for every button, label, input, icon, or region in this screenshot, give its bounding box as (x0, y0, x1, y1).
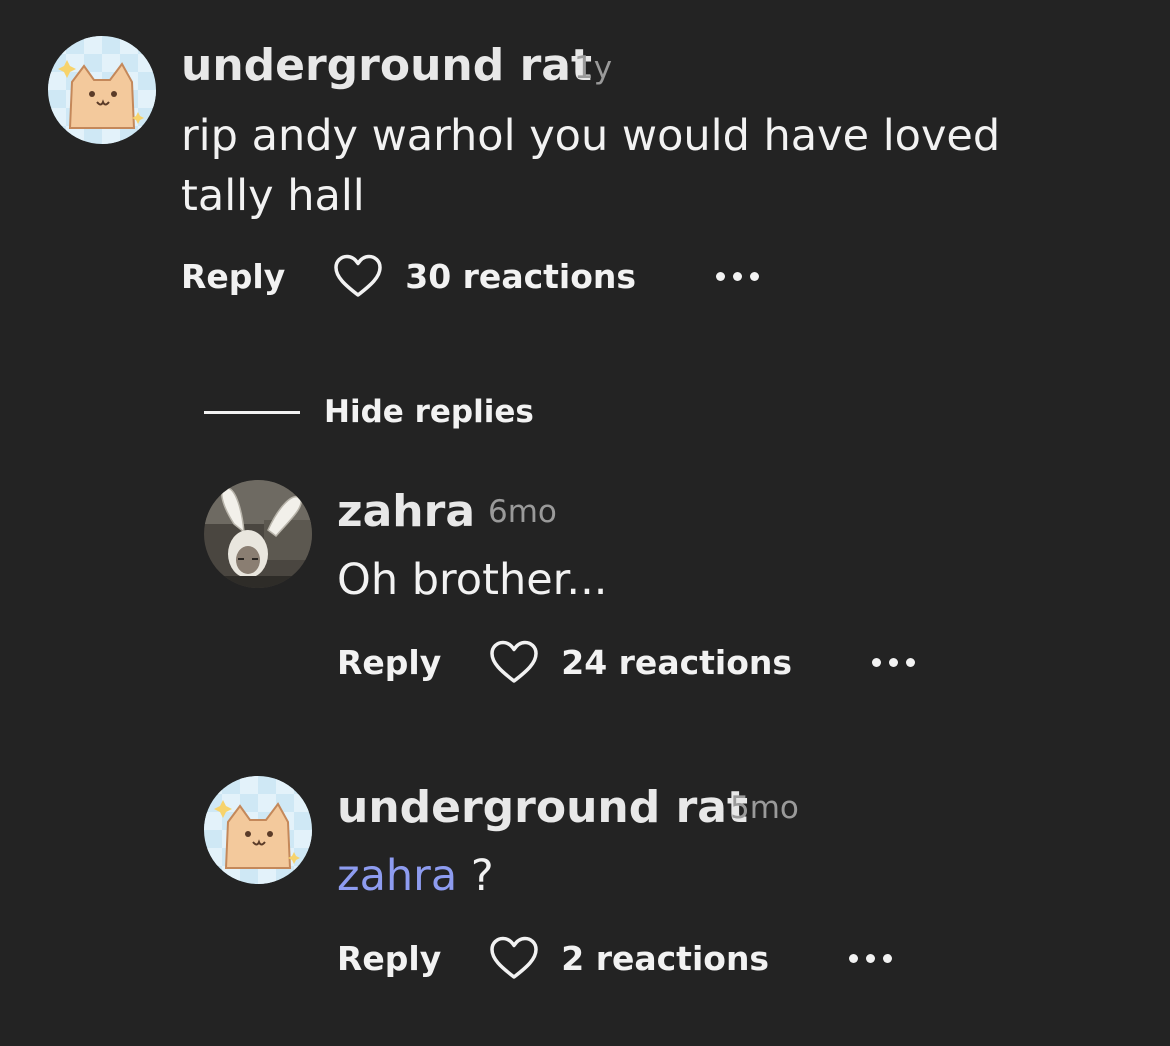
comment-actions: Reply 30 reactions (181, 252, 760, 300)
comment: underground rat 1y rip andy warhol you w… (0, 0, 1170, 320)
reply-text-content: ? (457, 851, 494, 901)
reply-timestamp: 6mo (488, 494, 557, 530)
hide-replies-label: Hide replies (324, 394, 534, 430)
cat-avatar-image (204, 776, 312, 884)
more-options-icon[interactable] (872, 657, 916, 667)
heart-icon[interactable] (333, 254, 383, 298)
cat-avatar-image (48, 36, 156, 144)
reactions-count[interactable]: 2 reactions (561, 939, 769, 978)
reply-actions: Reply 24 reactions (337, 638, 916, 686)
hide-replies-toggle[interactable]: Hide replies (204, 392, 534, 432)
reply-actions: Reply 2 reactions (337, 934, 893, 982)
reply-username[interactable]: underground rat (337, 782, 748, 833)
heart-icon[interactable] (489, 936, 539, 980)
reply-username[interactable]: zahra (337, 486, 475, 537)
comment-username[interactable]: underground rat (181, 40, 592, 91)
comment-text: rip andy warhol you would have loved tal… (181, 111, 1001, 221)
reply-text: zahra ? (337, 846, 494, 906)
reply-button[interactable]: Reply (337, 643, 441, 682)
reply: zahra 6mo Oh brother... Reply 24 reactio… (0, 470, 1170, 710)
reply-text: Oh brother... (337, 555, 608, 605)
comment-timestamp: 1y (574, 50, 613, 86)
more-options-icon[interactable] (716, 271, 760, 281)
thread-line (204, 410, 300, 414)
avatar-underground-rat[interactable] (48, 36, 156, 144)
reply-button[interactable]: Reply (181, 257, 285, 296)
reply: underground rat 5mo zahra ? Reply 2 reac… (0, 766, 1170, 1006)
user-mention[interactable]: zahra (337, 851, 457, 901)
avatar-underground-rat[interactable] (204, 776, 312, 884)
bunny-ears-avatar-image (204, 480, 312, 588)
avatar-zahra[interactable] (204, 480, 312, 588)
reactions-count[interactable]: 24 reactions (561, 643, 792, 682)
more-options-icon[interactable] (849, 953, 893, 963)
reactions-count[interactable]: 30 reactions (405, 257, 636, 296)
reply-timestamp: 5mo (730, 790, 799, 826)
heart-icon[interactable] (489, 640, 539, 684)
reply-button[interactable]: Reply (337, 939, 441, 978)
